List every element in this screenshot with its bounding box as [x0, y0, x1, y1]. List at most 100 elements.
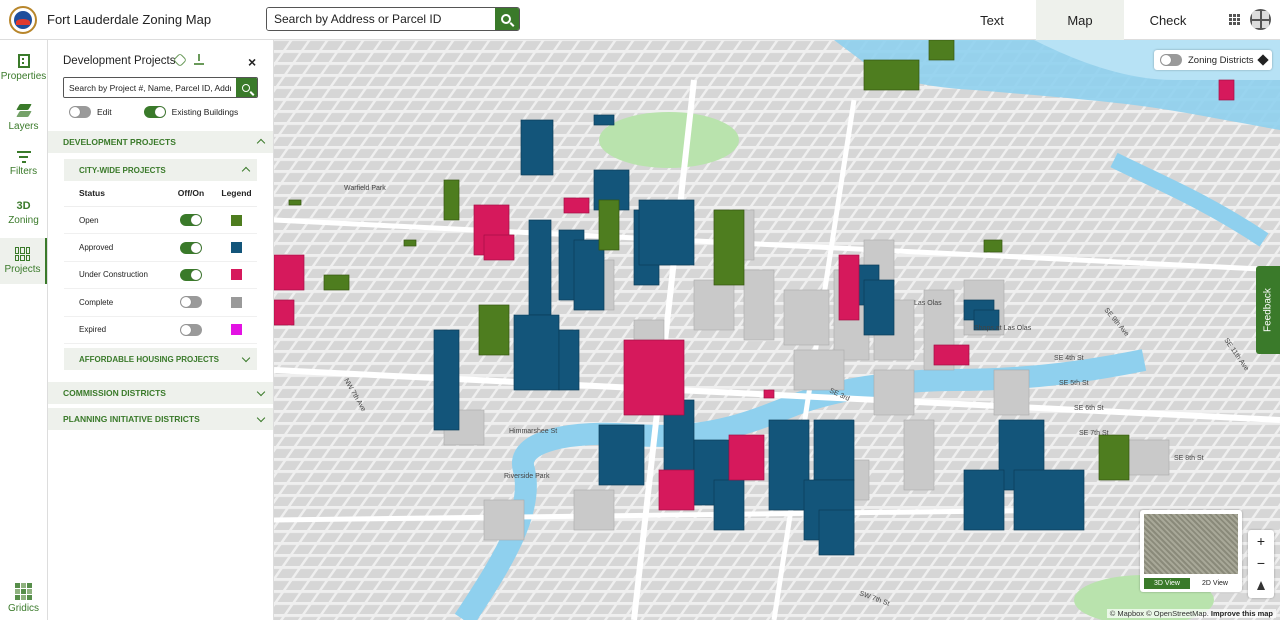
map-label: SE 6th St [1074, 405, 1104, 412]
building-icon [17, 54, 30, 68]
map-label: Himmarshee St [509, 428, 557, 435]
edit-toggle[interactable] [69, 106, 91, 118]
chevron-up-icon [256, 138, 266, 148]
table-row: Complete [64, 289, 257, 317]
search-icon [501, 14, 511, 24]
status-table: Status Off/On Legend Open Approved Under… [64, 180, 257, 344]
rail-label: Filters [9, 166, 38, 177]
subsection-city-wide-projects[interactable]: CITY-WIDE PROJECTS [64, 159, 257, 181]
existing-buildings-toggle[interactable] [143, 106, 166, 118]
project-search-button[interactable] [236, 78, 257, 97]
rail-item-zoning[interactable]: 3D Zoning [0, 200, 47, 226]
header-legend: Legend [221, 188, 252, 198]
feedback-tab[interactable]: Feedback [1256, 266, 1280, 354]
address-search-input[interactable] [267, 8, 495, 30]
3d-view-button[interactable]: 3D View [1144, 578, 1190, 589]
map-canvas[interactable]: Warfield Park NW 7th Ave Himmarshee St S… [274, 40, 1280, 620]
legend-swatch-under-construction [231, 269, 242, 281]
panel-title: Development Projects [63, 55, 176, 67]
left-rail: Properties Layers Filters 3D Zoning Proj… [0, 40, 48, 620]
section-label: PLANNING INITIATIVE DISTRICTS [63, 414, 200, 424]
legend-swatch-approved [231, 242, 242, 254]
address-search [266, 7, 520, 31]
map-label: SE 4th St [1054, 355, 1084, 362]
section-development-projects[interactable]: DEVELOPMENT PROJECTS [48, 131, 273, 153]
rail-label: Zoning [8, 215, 39, 226]
layers-icon [1257, 54, 1270, 66]
rail-item-projects[interactable]: Projects [0, 238, 47, 284]
map-label: SE 8th St [1174, 455, 1204, 462]
rail-item-gridics[interactable]: Gridics [0, 583, 47, 614]
app-title: Fort Lauderdale Zoning Map [47, 12, 212, 27]
filter-icon [16, 151, 31, 163]
project-search-input[interactable] [64, 78, 236, 97]
map-label: SE 5th St [1059, 380, 1089, 387]
rail-item-filters[interactable]: Filters [0, 151, 47, 177]
rail-item-properties[interactable]: Properties [0, 54, 47, 82]
feedback-label: Feedback [1262, 288, 1274, 332]
zoom-out-button[interactable]: − [1248, 552, 1274, 574]
project-search [63, 77, 258, 98]
existing-buildings-label: Existing Buildings [171, 107, 239, 117]
status-toggle-complete[interactable] [180, 296, 202, 309]
section-planning-initiative[interactable]: PLANNING INITIATIVE DISTRICTS [48, 408, 273, 430]
attribution-text: © Mapbox © OpenStreetMap. [1109, 609, 1209, 618]
layers-icon [15, 104, 32, 118]
close-icon[interactable]: × [248, 55, 256, 69]
city-logo-icon [9, 6, 37, 34]
chevron-down-icon [241, 353, 251, 363]
map-label: Riverside Park [504, 473, 550, 480]
status-label: Approved [79, 243, 114, 253]
improve-map-link[interactable]: Improve this map [1211, 609, 1273, 618]
zoning-districts-control: Zoning Districts [1154, 50, 1272, 70]
top-nav: Text Map Check [948, 0, 1212, 40]
compass-icon [1257, 580, 1265, 590]
view-switcher: 3D View 2D View [1140, 510, 1242, 592]
zoom-in-button[interactable]: + [1248, 530, 1274, 552]
table-header: Status Off/On Legend [64, 180, 257, 207]
rail-label: Layers [8, 121, 39, 132]
apps-grid-icon[interactable] [1229, 14, 1240, 25]
tab-check[interactable]: Check [1124, 0, 1212, 40]
status-toggle-open[interactable] [180, 214, 202, 227]
rail-label: Gridics [7, 603, 40, 614]
table-row: Under Construction [64, 262, 257, 290]
subsection-label: AFFORDABLE HOUSING PROJECTS [79, 354, 220, 364]
search-button[interactable] [495, 8, 519, 30]
tab-text[interactable]: Text [948, 0, 1036, 40]
status-toggle-expired[interactable] [180, 323, 202, 336]
chevron-up-icon [241, 166, 251, 176]
compass-button[interactable] [1248, 574, 1274, 596]
section-label: DEVELOPMENT PROJECTS [63, 137, 176, 147]
minimap-thumbnail[interactable] [1144, 514, 1238, 574]
status-toggle-approved[interactable] [180, 241, 202, 254]
section-label: COMMISSION DISTRICTS [63, 388, 166, 398]
map-view[interactable]: Warfield Park NW 7th Ave Himmarshee St S… [274, 40, 1280, 620]
status-label: Under Construction [79, 270, 148, 280]
header-status: Status [79, 188, 105, 198]
projects-grid-icon [14, 247, 31, 261]
status-toggle-under-construction[interactable] [180, 268, 202, 281]
map-attribution: © Mapbox © OpenStreetMap. Improve this m… [1106, 609, 1276, 618]
rail-label: Projects [4, 264, 41, 275]
subsection-affordable-housing[interactable]: AFFORDABLE HOUSING PROJECTS [64, 348, 257, 370]
tab-map[interactable]: Map [1036, 0, 1124, 40]
panel-toggles: Edit Existing Buildings [69, 106, 270, 118]
section-commission-districts[interactable]: COMMISSION DISTRICTS [48, 382, 273, 404]
chevron-down-icon [256, 387, 266, 397]
gridics-logo-icon [15, 583, 32, 600]
download-icon[interactable] [194, 54, 204, 65]
search-icon [241, 83, 250, 92]
subsection-label: CITY-WIDE PROJECTS [79, 165, 166, 175]
map-label: Warfield Park [344, 185, 386, 192]
legend-swatch-expired [231, 324, 242, 336]
status-label: Complete [79, 297, 114, 307]
map-label: Shops at Las Olas [974, 325, 1032, 332]
zoning-districts-toggle[interactable] [1160, 54, 1182, 66]
globe-icon[interactable] [1250, 9, 1271, 30]
table-row: Open [64, 207, 257, 235]
table-row: Expired [64, 317, 257, 344]
rail-item-layers[interactable]: Layers [0, 104, 47, 132]
legend-swatch-open [231, 214, 242, 226]
2d-view-button[interactable]: 2D View [1192, 578, 1238, 589]
